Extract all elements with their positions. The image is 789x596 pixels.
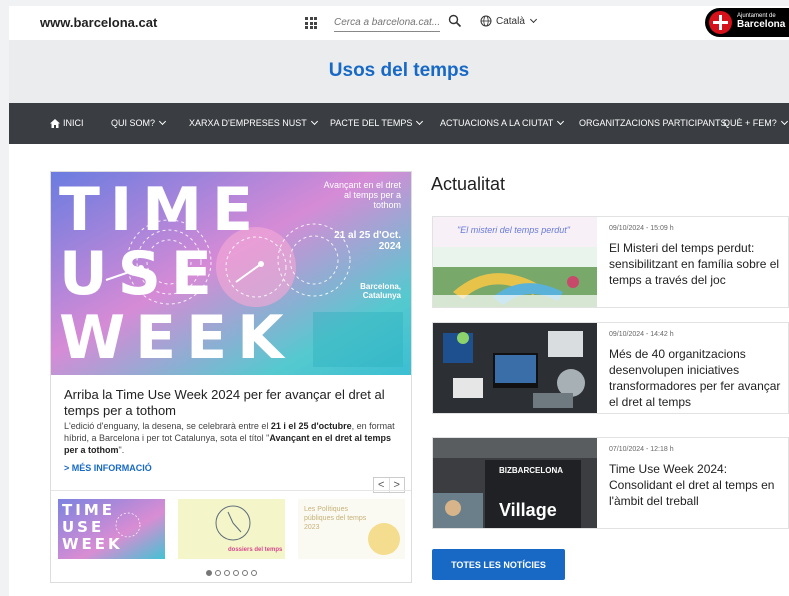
news-date: 07/10/2024 - 12:18 h (609, 446, 674, 453)
language-selector[interactable]: Català (480, 15, 537, 27)
thumb-label: TIME USE WEEK (62, 501, 123, 553)
carousel-dots (51, 570, 411, 576)
carousel-dot-6[interactable] (250, 570, 257, 576)
nav-label: INICI (63, 118, 84, 128)
search-input[interactable] (334, 14, 440, 32)
feature-image[interactable]: TIME USE WEEK Avançant en el dret al tem… (51, 172, 411, 375)
art-tagline: Avançant en el dret al temps per a totho… (323, 180, 401, 210)
news-date: 09/10/2024 - 14:42 h (609, 331, 674, 338)
carousel-thumb-3[interactable]: Les Polítiques públiques del temps 2023 (298, 499, 405, 559)
carousel-dot-5[interactable] (241, 570, 248, 576)
chevron-down-icon (780, 117, 788, 126)
nav-label: ORGANITZACIONS PARTICIPANTS (579, 118, 727, 128)
nav-item-pacte[interactable]: PACTE DEL TEMPS (330, 117, 424, 128)
news-thumb-2 (433, 323, 597, 413)
top-bar: www.barcelona.cat Català Ajuntament de B… (9, 6, 789, 40)
news-thumb-3: BIZBARCELONA Village (433, 438, 597, 528)
art-city: Barcelona, Catalunya (360, 282, 401, 300)
news-item-1[interactable]: "El misteri del temps perdut" 09/10/2024… (432, 216, 789, 308)
chevron-down-icon (310, 117, 318, 126)
barcelona-logo[interactable]: Ajuntament de Barcelona (705, 8, 789, 37)
section-title[interactable]: Usos del temps (9, 60, 789, 82)
chevron-down-icon (557, 117, 565, 126)
chevron-down-icon (158, 117, 167, 126)
page: www.barcelona.cat Català Ajuntament de B… (9, 6, 789, 596)
news-title[interactable]: Més de 40 organitzacions desenvolupen in… (609, 346, 785, 410)
more-info-link[interactable]: > MÉS INFORMACIÓ (64, 463, 152, 473)
logo-line-2: Barcelona (737, 19, 786, 30)
carousel-dot-3[interactable] (223, 570, 230, 576)
carousel-thumb-2[interactable]: dossiers del temps (178, 499, 285, 559)
nav-item-inici[interactable]: INICI (50, 118, 84, 128)
news-title[interactable]: El Misteri del temps perdut: sensibilitz… (609, 240, 785, 288)
chevron-down-icon (529, 15, 537, 24)
main-nav: INICI QUI SOM? XARXA D'EMPRESES NUST PAC… (9, 103, 789, 144)
section-banner: Usos del temps (9, 40, 789, 103)
feature-title[interactable]: Arriba la Time Use Week 2024 per fer ava… (64, 387, 400, 419)
thumb-caption-1: BIZBARCELONA (499, 466, 563, 475)
site-url-link[interactable]: www.barcelona.cat (40, 15, 157, 30)
thumb-label: Les Polítiques públiques del temps 2023 (304, 506, 367, 531)
chevron-down-icon (416, 117, 424, 126)
nav-item-xarxa[interactable]: XARXA D'EMPRESES NUST (189, 117, 318, 128)
globe-icon (480, 15, 492, 27)
nav-label: QUÈ + FEM? (723, 118, 777, 128)
nav-label: XARXA D'EMPRESES NUST (189, 118, 307, 128)
news-date: 09/10/2024 - 15:09 h (609, 225, 674, 232)
art-letters-line-2: USE (59, 239, 222, 309)
feature-description: L'edició d'enguany, la desena, se celebr… (64, 421, 395, 455)
all-news-button[interactable]: TOTES LES NOTÍCIES (432, 549, 565, 580)
nav-label: ACTUACIONS A LA CIUTAT (440, 118, 554, 128)
nav-item-actuacions[interactable]: ACTUACIONS A LA CIUTAT (440, 117, 565, 128)
carousel-dot-1[interactable] (205, 570, 212, 576)
carousel-dot-4[interactable] (232, 570, 239, 576)
nav-item-qui-som[interactable]: QUI SOM? (111, 117, 167, 128)
carousel-thumb-1[interactable]: TIME USE WEEK (58, 499, 165, 559)
feature-carousel: TIME USE WEEK Avançant en el dret al tem… (50, 171, 412, 583)
nav-item-organitzacions[interactable]: ORGANITZACIONS PARTICIPANTS (579, 118, 727, 128)
nav-label: PACTE DEL TEMPS (330, 118, 413, 128)
search-icon[interactable] (448, 14, 462, 28)
cross-emblem-icon (709, 11, 732, 34)
art-letters-line-1: TIME (59, 175, 263, 245)
art-date: 21 al 25 d'Oct. 2024 (334, 230, 401, 252)
news-heading: Actualitat (431, 174, 506, 194)
news-thumb-1: "El misteri del temps perdut" (433, 217, 597, 307)
carousel-dot-2[interactable] (214, 570, 221, 576)
nav-item-que-fem[interactable]: QUÈ + FEM? (723, 117, 788, 128)
news-item-2[interactable]: 09/10/2024 - 14:42 h Més de 40 organitza… (432, 322, 789, 414)
thumb-caption-2: Village (499, 500, 557, 520)
nav-label: QUI SOM? (111, 118, 156, 128)
art-letters-line-3: WEEK (59, 303, 294, 373)
thumb-caption: "El misteri del temps perdut" (457, 225, 570, 235)
grid-icon[interactable] (305, 17, 317, 29)
home-icon (50, 118, 60, 128)
language-label: Català (496, 15, 525, 27)
thumb-label: dossiers del temps (228, 547, 283, 553)
news-title[interactable]: Time Use Week 2024: Consolidant el dret … (609, 461, 785, 509)
news-item-3[interactable]: BIZBARCELONA Village 07/10/2024 - 12:18 … (432, 437, 789, 529)
